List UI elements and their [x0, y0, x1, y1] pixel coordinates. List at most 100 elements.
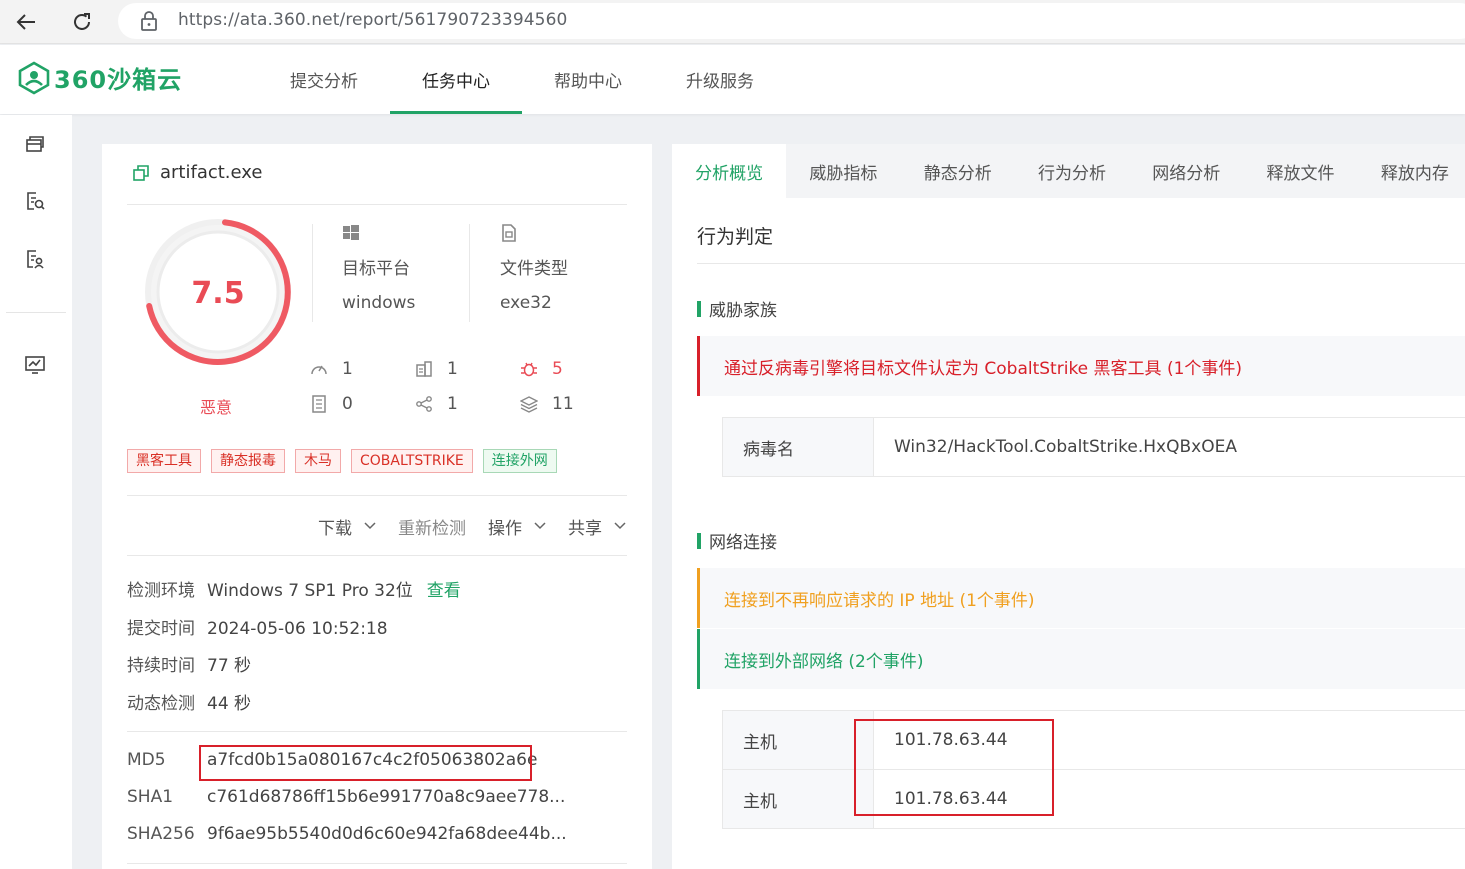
recheck-button[interactable]: 重新检测 — [398, 514, 466, 539]
threat-family-event[interactable]: 通过反病毒引擎将目标文件认定为 CobaltStrike 黑客工具 (1个事件) — [697, 336, 1465, 396]
table-row: 病毒名 Win32/HackTool.CobaltStrike.HxQBxOEA — [723, 418, 1465, 477]
tab-threat-indicators[interactable]: 威胁指标 — [786, 144, 900, 198]
sha256-row: SHA256 9f6ae95b5540d0d6c60e942fa68dee44b.… — [127, 824, 567, 844]
table-row: 主机 101.78.63.44 — [723, 770, 1465, 829]
windows-stack-icon[interactable] — [24, 133, 46, 155]
view-env-link[interactable]: 查看 — [427, 581, 461, 601]
stat-item[interactable]: 0 — [310, 394, 353, 414]
app-header: 360沙箱云 提交分析 任务中心 帮助中心 升级服务 — [0, 45, 1465, 114]
report-tabs: 分析概览 威胁指标 静态分析 行为分析 网络分析 释放文件 释放内存 — [672, 144, 1465, 198]
submit-time-row: 提交时间 2024-05-06 10:52:18 — [127, 619, 388, 639]
network-event-unresponsive-ip[interactable]: 连接到不再响应请求的 IP 地址 (1个事件) — [697, 568, 1465, 628]
dynamic-detection-row: 动态检测 44 秒 — [127, 694, 252, 714]
report-search-icon[interactable] — [24, 190, 46, 212]
address-bar[interactable]: https://ata.360.net/report/5617907233945… — [118, 3, 1465, 39]
divider — [127, 555, 627, 556]
action-bar: 下载 重新检测 操作 共享 — [102, 514, 652, 539]
file-name: artifact.exe — [160, 162, 263, 183]
tag-list: 黑客工具 静态报毒 木马 COBALTSTRIKE 连接外网 — [127, 449, 567, 473]
arrow-left-icon — [16, 14, 35, 30]
tab-behavior-analysis[interactable]: 行为分析 — [1015, 144, 1129, 198]
copy-icon — [133, 164, 149, 181]
tab-dropped-files[interactable]: 释放文件 — [1243, 144, 1357, 198]
file-title: artifact.exe — [132, 162, 262, 183]
host-table: 主机 101.78.63.44 主机 101.78.63.44 — [722, 710, 1465, 829]
verdict-label: 恶意 — [200, 398, 233, 417]
tag-trojan[interactable]: 木马 — [295, 449, 341, 473]
sidebar-divider — [6, 312, 66, 313]
file-type-label: 文件类型 — [500, 259, 568, 279]
file-info-card: artifact.exe 7.5 恶意 目标平台 windows 文件类型 ex… — [102, 144, 652, 869]
stat-item[interactable]: 1 — [415, 359, 458, 379]
file-type-block: 文件类型 exe32 — [500, 224, 650, 313]
table-row: 主机 101.78.63.44 — [723, 711, 1465, 770]
lock-icon — [141, 11, 157, 31]
divider — [127, 204, 627, 205]
document-list-icon — [312, 395, 326, 413]
monitor-chart-icon[interactable] — [24, 354, 46, 376]
nav-help-center[interactable]: 帮助中心 — [522, 45, 654, 114]
reload-button[interactable] — [66, 6, 98, 38]
tag-external-network[interactable]: 连接外网 — [482, 449, 557, 473]
download-dropdown[interactable]: 下载 — [318, 514, 376, 539]
file-icon — [502, 224, 516, 242]
md5-highlight-box — [199, 745, 532, 781]
tab-dropped-memory[interactable]: 释放内存 — [1358, 144, 1465, 198]
detection-env-row: 检测环境 Windows 7 SP1 Pro 32位 查看 — [127, 581, 461, 601]
divider — [697, 263, 1465, 264]
tag-hack-tool[interactable]: 黑客工具 — [127, 449, 201, 473]
report-users-icon[interactable] — [24, 248, 46, 270]
threat-score: 7.5 — [191, 276, 245, 311]
chevron-down-icon — [364, 522, 376, 530]
divider — [127, 495, 627, 496]
sha1-value[interactable]: c761d68786ff15b6e991770a8c9aee778... — [207, 787, 565, 807]
divider — [127, 731, 627, 732]
threat-score-gauge: 7.5 — [142, 216, 294, 368]
share-nodes-icon — [416, 396, 432, 412]
nav-submit-analysis[interactable]: 提交分析 — [258, 45, 390, 114]
virus-name-table: 病毒名 Win32/HackTool.CobaltStrike.HxQBxOEA — [722, 417, 1465, 477]
browser-toolbar: https://ata.360.net/report/5617907233945… — [0, 0, 1465, 44]
network-event-external[interactable]: 连接到外部网络 (2个事件) — [697, 629, 1465, 689]
stat-item[interactable]: 1 — [310, 359, 353, 379]
building-icon — [416, 361, 432, 377]
layers-icon — [520, 396, 538, 413]
report-panel: 分析概览 威胁指标 静态分析 行为分析 网络分析 释放文件 释放内存 行为判定 … — [672, 144, 1465, 869]
divider — [312, 224, 313, 322]
stat-item[interactable]: 11 — [520, 394, 574, 414]
gauge-icon — [311, 365, 327, 375]
tab-overview[interactable]: 分析概览 — [672, 144, 787, 198]
divider — [127, 863, 627, 864]
chevron-down-icon — [614, 522, 626, 530]
nav-task-center[interactable]: 任务中心 — [390, 45, 522, 114]
host-highlight-box — [854, 719, 1054, 816]
tag-cobaltstrike[interactable]: COBALTSTRIKE — [351, 449, 473, 473]
duration-row: 持续时间 77 秒 — [127, 656, 252, 676]
virus-name-value: Win32/HackTool.CobaltStrike.HxQBxOEA — [894, 437, 1237, 457]
section-title: 行为判定 — [697, 226, 774, 248]
bug-icon — [521, 362, 537, 377]
windows-icon — [343, 225, 359, 240]
tab-network-analysis[interactable]: 网络分析 — [1129, 144, 1243, 198]
tab-static-analysis[interactable]: 静态分析 — [901, 144, 1015, 198]
threat-family-title: 威胁家族 — [697, 296, 777, 321]
sha1-row: SHA1 c761d68786ff15b6e991770a8c9aee778... — [127, 787, 566, 807]
back-button[interactable] — [10, 6, 42, 38]
network-connection-title: 网络连接 — [697, 528, 777, 553]
share-dropdown[interactable]: 共享 — [568, 514, 626, 539]
file-type-value: exe32 — [500, 293, 552, 313]
stat-item[interactable]: 5 — [520, 359, 563, 379]
sha256-value[interactable]: 9f6ae95b5540d0d6c60e942fa68dee44b... — [207, 824, 567, 844]
cube-logo-icon — [18, 61, 50, 94]
operate-dropdown[interactable]: 操作 — [488, 514, 546, 539]
stat-item[interactable]: 1 — [415, 394, 458, 414]
sidebar — [0, 115, 72, 869]
nav-upgrade-service[interactable]: 升级服务 — [654, 45, 786, 114]
divider — [469, 224, 470, 322]
main-nav: 提交分析 任务中心 帮助中心 升级服务 — [258, 45, 786, 114]
url-text: https://ata.360.net/report/5617907233945… — [178, 10, 568, 30]
chevron-down-icon — [534, 522, 546, 530]
logo[interactable]: 360沙箱云 — [18, 60, 182, 95]
tag-static-detection[interactable]: 静态报毒 — [211, 449, 285, 473]
brand-name: 360沙箱云 — [54, 66, 183, 94]
